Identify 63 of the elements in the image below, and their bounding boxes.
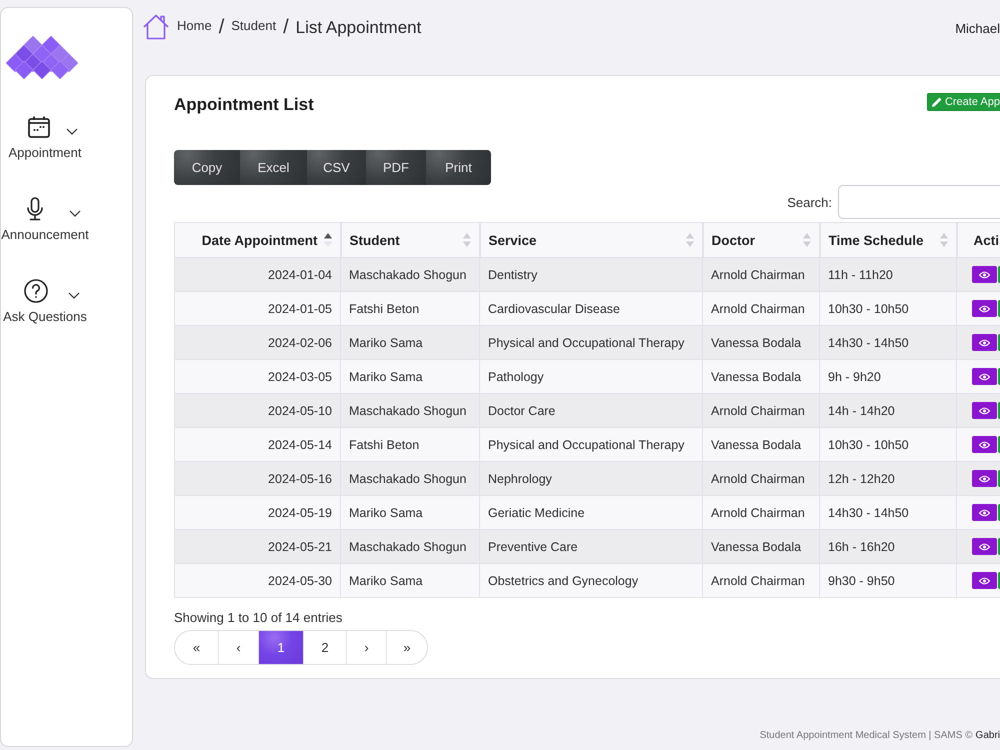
create-button[interactable]: Create App [926, 93, 1000, 111]
chevron-down-icon [69, 210, 82, 217]
eye-icon [978, 372, 990, 380]
column-header: Acti [956, 222, 1000, 258]
breadcrumb-separator: / [283, 16, 289, 39]
view-button[interactable] [972, 368, 997, 385]
view-button[interactable] [972, 470, 997, 487]
pencil-icon [932, 97, 942, 107]
table-cell: 2024-05-30 [174, 564, 340, 598]
sort-icon[interactable] [324, 233, 332, 247]
breadcrumb-link[interactable]: Student [231, 18, 276, 33]
search-label: Search: [787, 194, 832, 210]
column-header[interactable]: Time Schedule [820, 222, 956, 258]
eye-icon [978, 508, 990, 516]
entries-info: Showing 1 to 10 of 14 entries [174, 610, 342, 625]
view-button[interactable] [972, 538, 997, 555]
column-header[interactable]: Date Appointment [174, 222, 340, 258]
table-cell: Obstetrics and Gynecology [480, 564, 702, 598]
calendar-icon [26, 115, 50, 139]
export-button[interactable]: Excel [240, 150, 307, 185]
view-button[interactable] [972, 436, 997, 453]
user-name[interactable]: Michael [955, 21, 1000, 36]
view-button[interactable] [972, 334, 997, 351]
card-title: Appointment List [174, 95, 314, 115]
eye-icon [978, 270, 990, 278]
page-title: List Appointment [296, 18, 422, 38]
breadcrumb-separator: / [218, 16, 224, 39]
page-button[interactable]: » [386, 631, 427, 664]
nav-item[interactable]: Announcement [1, 197, 89, 242]
eye-icon [978, 440, 990, 448]
eye-icon [978, 304, 990, 312]
view-button[interactable] [972, 572, 997, 589]
export-button[interactable]: CSV [307, 150, 366, 185]
eye-icon [978, 474, 990, 482]
export-button[interactable]: Print [426, 150, 491, 185]
table-cell: Arnold Chairman [702, 564, 820, 598]
page-button[interactable]: 1 [258, 631, 303, 664]
view-button[interactable] [972, 266, 997, 283]
chevron-down-icon [66, 128, 78, 135]
view-button[interactable] [972, 300, 997, 317]
nav-item[interactable]: Ask Questions [3, 279, 87, 324]
eye-icon [978, 406, 990, 414]
search-field[interactable] [838, 185, 1000, 219]
table-cell: Mariko Sama [340, 564, 480, 598]
eye-icon [978, 338, 990, 346]
home-icon[interactable] [143, 14, 169, 40]
logo-icon [6, 36, 78, 79]
footer-text: Student Appointment Medical System | SAMS © [760, 730, 973, 741]
question-icon [24, 279, 48, 303]
column-header[interactable]: Student [340, 222, 480, 258]
eye-icon [978, 542, 990, 550]
table-cell: 9h30 - 9h50 [820, 564, 956, 598]
export-button[interactable]: PDF [366, 150, 426, 185]
column-header[interactable]: Doctor [702, 222, 820, 258]
breadcrumb-link[interactable]: Home [177, 18, 212, 33]
export-button[interactable]: Copy [174, 150, 240, 185]
eye-icon [978, 576, 990, 584]
chevron-down-icon [68, 292, 80, 299]
view-button[interactable] [972, 504, 997, 521]
column-header[interactable]: Service [480, 222, 702, 258]
nav-item[interactable]: Appointment [8, 115, 82, 160]
author-link[interactable]: Gabri [976, 730, 1000, 741]
view-button[interactable] [972, 402, 997, 419]
